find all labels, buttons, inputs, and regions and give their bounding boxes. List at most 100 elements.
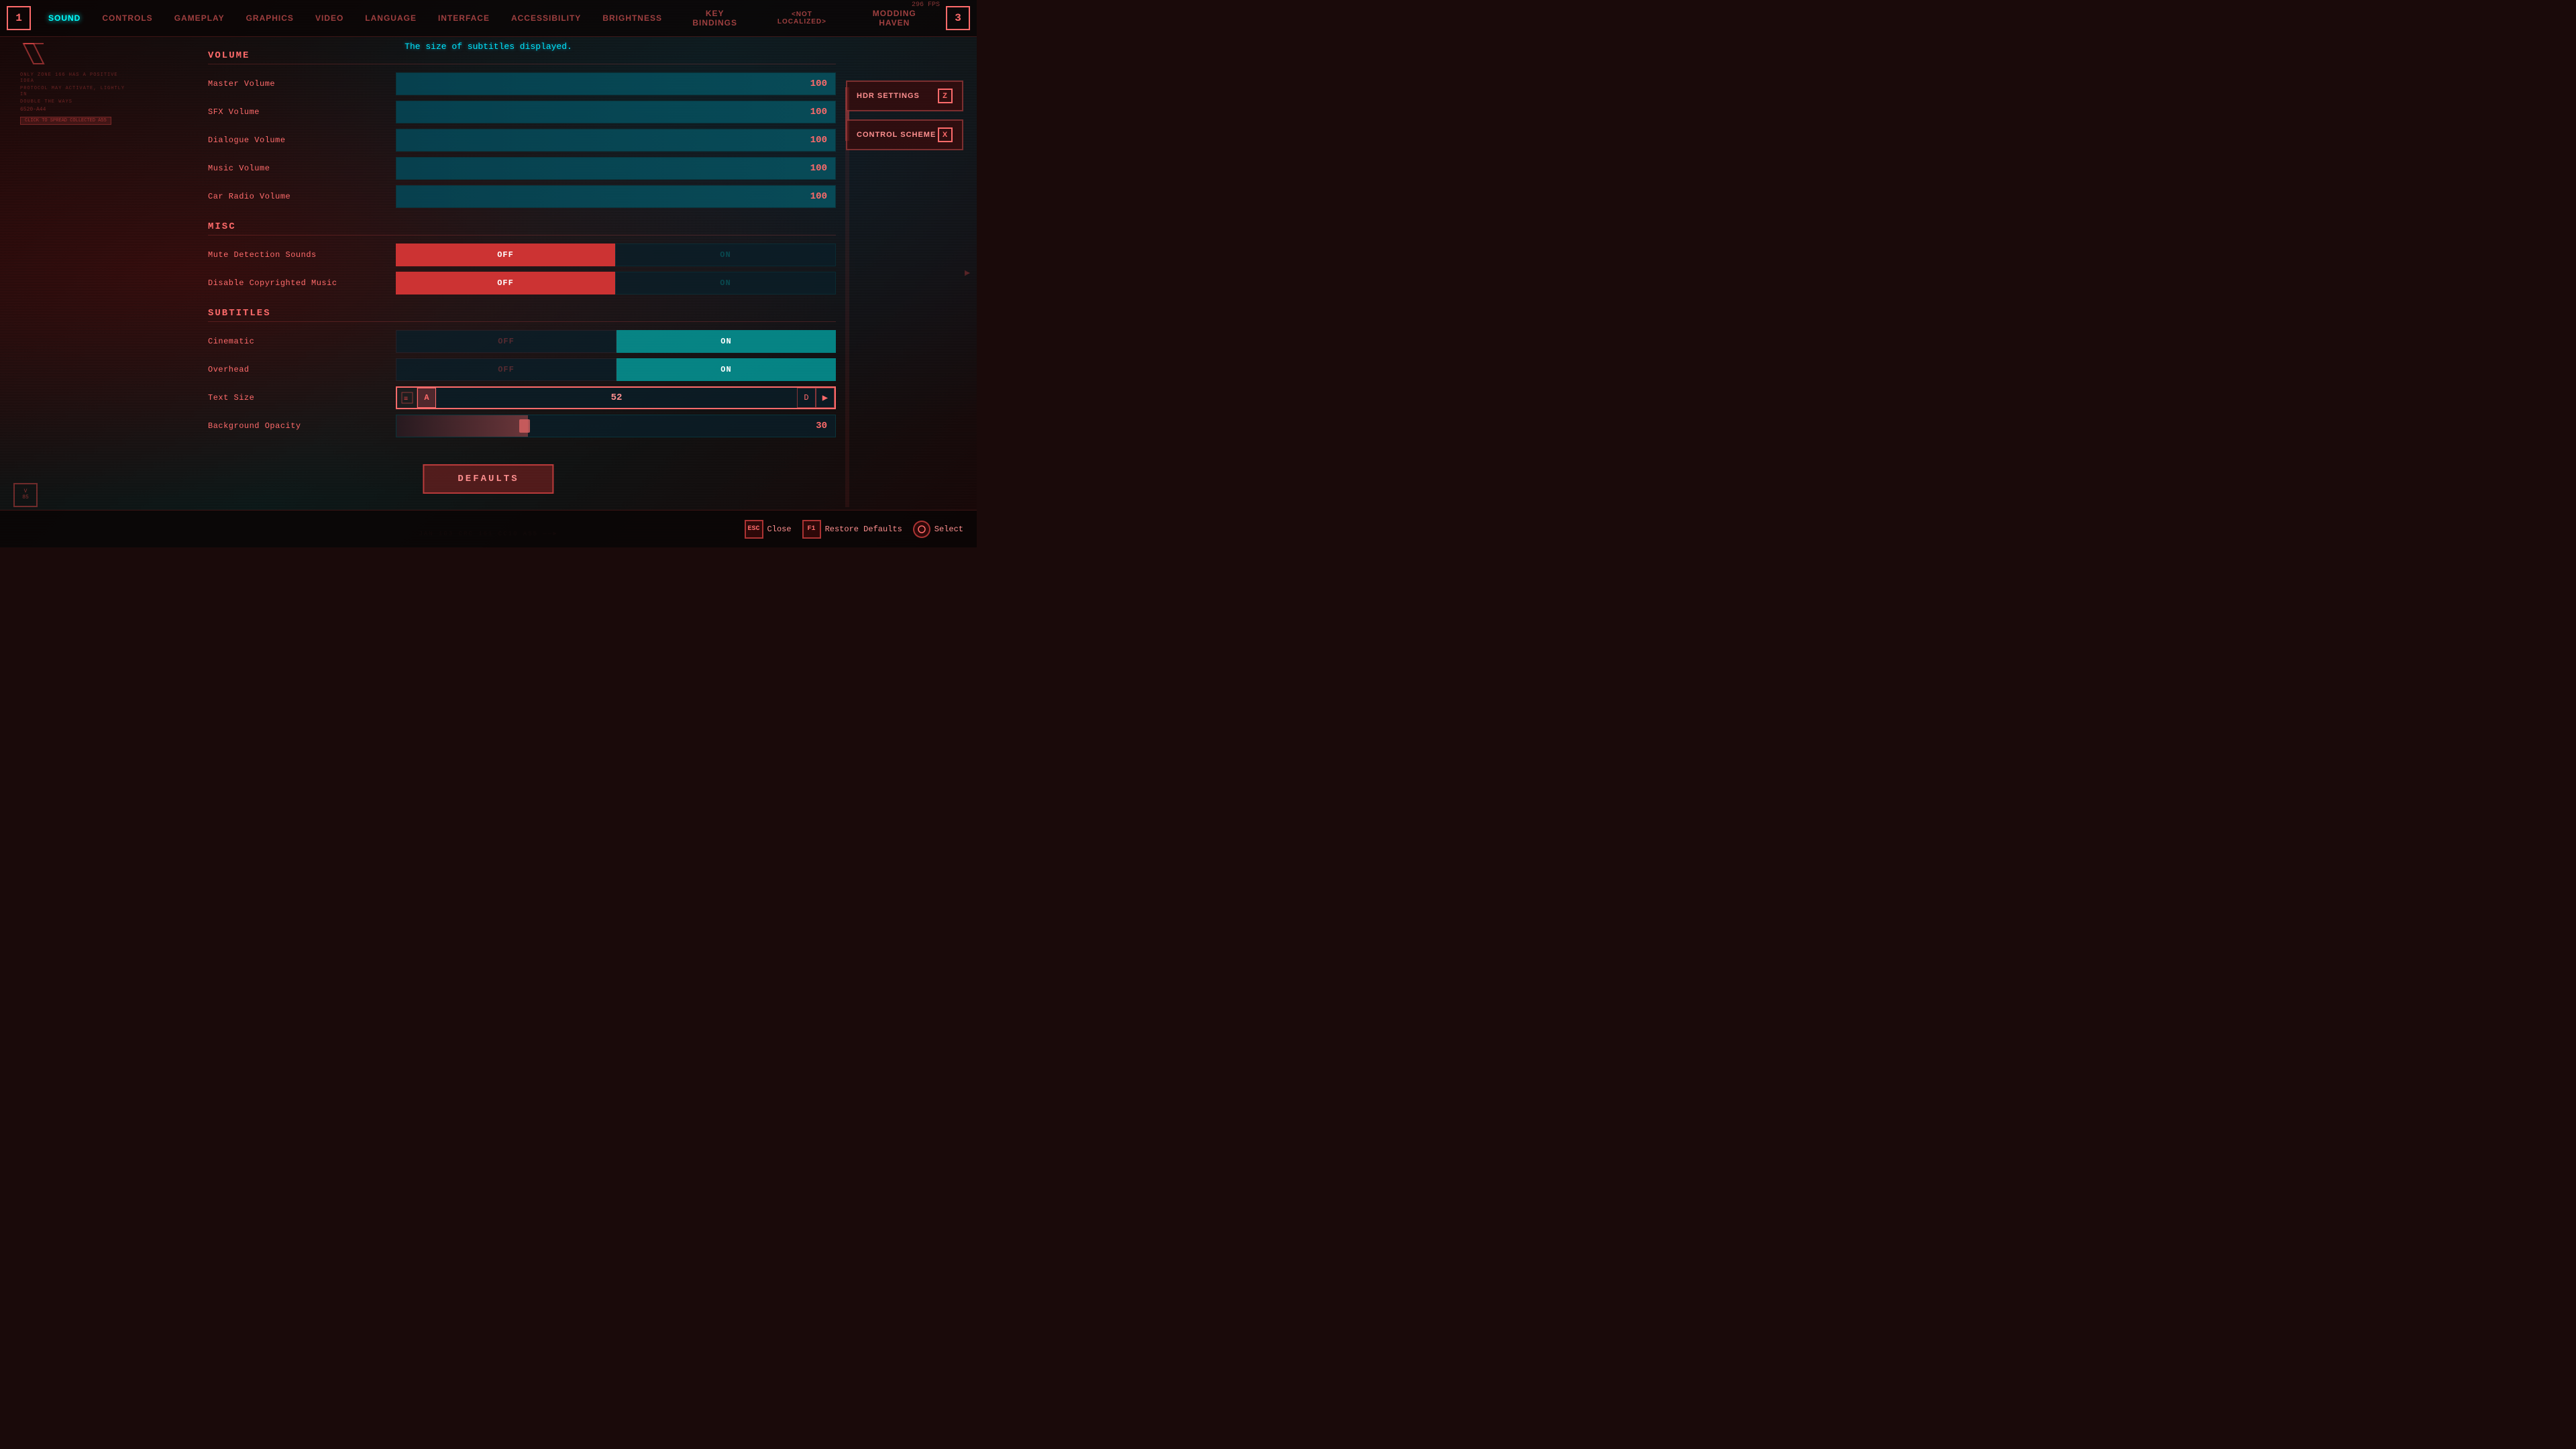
- sfx-volume-fill: [396, 101, 835, 123]
- tab-language[interactable]: LANGUAGE: [356, 9, 426, 27]
- mute-detection-toggle[interactable]: OFF ON: [396, 244, 836, 266]
- logo-badge[interactable]: CLICK TO SPREAD COLLECTED A55: [20, 117, 111, 125]
- volume-section-title: Volume: [208, 50, 836, 64]
- tab-accessibility[interactable]: ACCESSIBILITY: [502, 9, 590, 27]
- car-radio-slider[interactable]: 100: [396, 185, 836, 208]
- hdr-settings-button[interactable]: HDR SETTINGS Z: [846, 80, 963, 111]
- disable-copyright-toggle[interactable]: OFF ON: [396, 272, 836, 294]
- bg-opacity-control-wrap[interactable]: 30: [396, 415, 836, 437]
- car-radio-control[interactable]: 100: [396, 185, 836, 208]
- nav-box-right: 3: [946, 6, 970, 30]
- sfx-volume-control[interactable]: 100: [396, 101, 836, 123]
- control-scheme-label: CONTROL SCHEME: [857, 131, 936, 139]
- overhead-toggle[interactable]: OFF ON: [396, 358, 836, 381]
- close-label: Close: [767, 525, 792, 534]
- overhead-on[interactable]: ON: [616, 358, 836, 381]
- dialogue-volume-fill: [396, 129, 835, 151]
- dialogue-volume-label: Dialogue Volume: [208, 136, 396, 145]
- tab-brightness[interactable]: BRIGHTNESS: [593, 9, 672, 27]
- bg-opacity-thumb[interactable]: [519, 419, 530, 433]
- tab-sound[interactable]: SOUND: [39, 9, 90, 27]
- sfx-volume-row: SFX Volume 100: [208, 98, 836, 126]
- overhead-control[interactable]: OFF ON: [396, 358, 836, 381]
- overhead-off[interactable]: OFF: [396, 358, 616, 381]
- cinematic-control[interactable]: OFF ON: [396, 330, 836, 353]
- dialogue-volume-slider[interactable]: 100: [396, 129, 836, 152]
- car-radio-label: Car Radio Volume: [208, 192, 396, 201]
- music-volume-fill: [396, 158, 835, 179]
- cinematic-toggle[interactable]: OFF ON: [396, 330, 836, 353]
- close-key-badge[interactable]: ESC: [745, 520, 763, 539]
- music-volume-label: Music Volume: [208, 164, 396, 173]
- restore-key-badge[interactable]: F1: [802, 520, 821, 539]
- mute-detection-off[interactable]: OFF: [396, 244, 615, 266]
- version-badge: V 85: [13, 483, 38, 507]
- music-volume-control[interactable]: 100: [396, 157, 836, 180]
- dialogue-volume-control[interactable]: 100: [396, 129, 836, 152]
- cinematic-off[interactable]: OFF: [396, 330, 616, 353]
- text-size-label: Text Size: [208, 393, 396, 402]
- text-size-value: 52: [436, 392, 797, 403]
- mute-detection-row: Mute Detection Sounds OFF ON: [208, 241, 836, 269]
- svg-text:≡: ≡: [404, 395, 408, 402]
- right-deco-arrow: ►: [965, 268, 970, 279]
- logo-area: ONLY ZONE 166 HAS A POSITIVE IDEA PROTOC…: [20, 40, 127, 125]
- select-key-icon[interactable]: [913, 521, 930, 538]
- select-action[interactable]: Select: [913, 521, 963, 538]
- tab-not-localized[interactable]: <NOT LOCALIZED>: [758, 7, 845, 30]
- cinematic-row: Cinematic OFF ON: [208, 327, 836, 356]
- sfx-volume-slider[interactable]: 100: [396, 101, 836, 123]
- master-volume-row: Master Volume 100: [208, 70, 836, 98]
- text-size-arrow-btn[interactable]: ▶: [816, 388, 835, 408]
- tab-key-bindings[interactable]: KEY BINDINGS: [674, 5, 755, 32]
- car-radio-value: 100: [810, 191, 827, 202]
- mute-detection-control[interactable]: OFF ON: [396, 244, 836, 266]
- text-size-d-btn[interactable]: D: [797, 388, 816, 408]
- cinematic-on[interactable]: ON: [616, 330, 836, 353]
- fps-counter: 296 FPS: [912, 1, 940, 9]
- logo-text3: DOUBLE THE WAYS: [20, 99, 127, 105]
- top-navigation: 1 SOUND CONTROLS GAMEPLAY GRAPHICS VIDEO…: [0, 0, 977, 37]
- dialogue-volume-value: 100: [810, 135, 827, 146]
- subtitles-section: Subtitles Cinematic OFF ON Overhead OFF …: [208, 308, 836, 440]
- disable-copyright-control[interactable]: OFF ON: [396, 272, 836, 294]
- hdr-key-badge: Z: [938, 89, 953, 103]
- tab-interface[interactable]: INTERFACE: [429, 9, 499, 27]
- tab-video[interactable]: VIDEO: [306, 9, 353, 27]
- master-volume-slider[interactable]: 100: [396, 72, 836, 95]
- master-volume-control[interactable]: 100: [396, 72, 836, 95]
- sfx-volume-value: 100: [810, 107, 827, 117]
- text-size-control[interactable]: ≡ A 52 D ▶: [396, 386, 836, 409]
- control-key-badge: X: [938, 127, 953, 142]
- main-content: Volume Master Volume 100 SFX Volume 100: [201, 37, 843, 507]
- tab-graphics[interactable]: GRAPHICS: [237, 9, 303, 27]
- bg-opacity-label: Background Opacity: [208, 421, 396, 431]
- control-scheme-button[interactable]: CONTROL SCHEME X: [846, 119, 963, 150]
- car-radio-fill: [396, 186, 835, 207]
- disable-copyright-off[interactable]: OFF: [396, 272, 615, 294]
- hdr-settings-label: HDR SETTINGS: [857, 92, 920, 100]
- mute-detection-on[interactable]: ON: [615, 244, 836, 266]
- tab-controls[interactable]: CONTROLS: [93, 9, 162, 27]
- right-panel: HDR SETTINGS Z CONTROL SCHEME X: [846, 80, 963, 150]
- overhead-label: Overhead: [208, 365, 396, 374]
- disable-copyright-on[interactable]: ON: [615, 272, 836, 294]
- music-volume-slider[interactable]: 100: [396, 157, 836, 180]
- text-size-decrease-btn[interactable]: A: [417, 388, 436, 408]
- bg-opacity-slider[interactable]: 30: [396, 415, 836, 437]
- close-action[interactable]: ESC Close: [745, 520, 792, 539]
- bg-opacity-value: 30: [816, 421, 827, 431]
- bg-opacity-row: Background Opacity 30: [208, 412, 836, 440]
- restore-defaults-action[interactable]: F1 Restore Defaults: [802, 520, 902, 539]
- defaults-button[interactable]: DEFAULTS: [423, 464, 553, 494]
- text-size-control-wrap[interactable]: ≡ A 52 D ▶: [396, 386, 836, 409]
- disable-copyright-row: Disable Copyrighted Music OFF ON: [208, 269, 836, 297]
- master-volume-value: 100: [810, 78, 827, 89]
- tab-modding-haven[interactable]: MODDING HAVEN: [849, 5, 941, 32]
- master-volume-label: Master Volume: [208, 79, 396, 89]
- logo-text2: PROTOCOL MAY ACTIVATE, LIGHTLY IN: [20, 86, 127, 98]
- dialogue-volume-row: Dialogue Volume 100: [208, 126, 836, 154]
- tab-gameplay[interactable]: GAMEPLAY: [165, 9, 234, 27]
- text-size-row: Text Size ≡ A 52 D ▶: [208, 384, 836, 412]
- cinematic-label: Cinematic: [208, 337, 396, 346]
